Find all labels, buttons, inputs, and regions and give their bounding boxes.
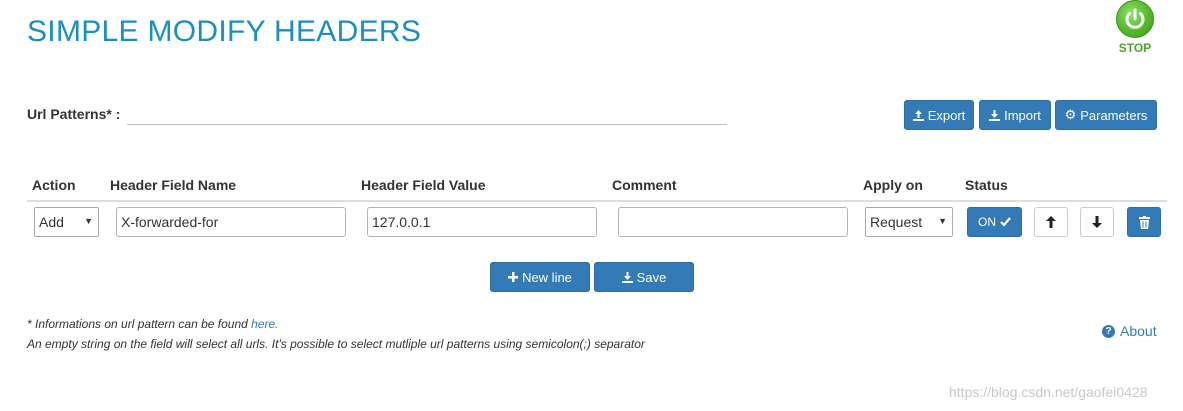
- question-circle-icon: ?: [1102, 324, 1115, 338]
- column-header-apply-on: Apply on: [863, 177, 923, 193]
- table-divider: [27, 200, 1167, 202]
- apply-on-select[interactable]: Request ▼: [865, 207, 953, 237]
- arrow-up-icon: [1046, 216, 1056, 228]
- column-header-action: Action: [32, 177, 76, 193]
- power-icon: [1116, 0, 1154, 38]
- gear-icon: ⚙: [1064, 107, 1077, 122]
- download-icon: [621, 271, 633, 283]
- new-line-button[interactable]: New line: [490, 262, 590, 292]
- export-label: Export: [927, 107, 966, 123]
- action-select-value: Add: [39, 214, 64, 230]
- import-icon: [989, 109, 1001, 121]
- notes-line-1: * Informations on url pattern can be fou…: [27, 314, 645, 334]
- notes-line-2: An empty string on the field will select…: [27, 337, 645, 351]
- save-label: Save: [636, 269, 667, 285]
- comment-input[interactable]: [618, 207, 848, 237]
- parameters-button[interactable]: ⚙ Parameters: [1055, 100, 1157, 130]
- status-label: ON: [978, 215, 996, 229]
- arrow-down-icon: [1092, 216, 1102, 228]
- apply-on-select-value: Request: [870, 214, 923, 230]
- checkmark-icon: [1000, 217, 1011, 227]
- export-icon: [912, 109, 924, 121]
- url-patterns-input[interactable]: [127, 104, 727, 125]
- export-button[interactable]: Export: [904, 100, 974, 130]
- notes-line-1-text: * Informations on url pattern can be fou…: [27, 317, 252, 331]
- move-down-button[interactable]: [1080, 207, 1114, 237]
- column-header-field-name: Header Field Name: [110, 177, 237, 193]
- column-header-status: Status: [965, 177, 1008, 193]
- stop-button[interactable]: STOP: [1113, 0, 1157, 58]
- plus-icon: [508, 272, 519, 282]
- chevron-down-icon: ▼: [938, 216, 947, 226]
- new-line-label: New line: [522, 269, 572, 285]
- url-patterns-label: Url Patterns* :: [27, 106, 121, 122]
- parameters-label: Parameters: [1080, 107, 1148, 123]
- header-field-value-input[interactable]: [367, 207, 597, 237]
- app-title: SIMPLE MODIFY HEADERS: [27, 15, 422, 48]
- url-pattern-notes: * Informations on url pattern can be fou…: [27, 314, 645, 354]
- column-header-comment: Comment: [612, 177, 677, 193]
- trash-icon: [1138, 215, 1150, 229]
- delete-button[interactable]: [1127, 207, 1161, 237]
- about-link[interactable]: ? About: [1102, 323, 1157, 339]
- watermark: https://blog.csdn.net/gaofei0428: [949, 384, 1148, 400]
- about-label: About: [1120, 323, 1157, 339]
- header-field-name-input[interactable]: [116, 207, 346, 237]
- status-toggle-button[interactable]: ON: [967, 207, 1022, 237]
- stop-label: STOP: [1118, 41, 1152, 55]
- import-label: Import: [1004, 107, 1041, 123]
- move-up-button[interactable]: [1034, 207, 1068, 237]
- chevron-down-icon: ▼: [84, 216, 93, 226]
- column-header-field-value: Header Field Value: [361, 177, 486, 193]
- action-select[interactable]: Add ▼: [34, 207, 99, 237]
- save-button[interactable]: Save: [594, 262, 694, 292]
- import-button[interactable]: Import: [979, 100, 1051, 130]
- url-pattern-help-link[interactable]: here.: [251, 317, 278, 331]
